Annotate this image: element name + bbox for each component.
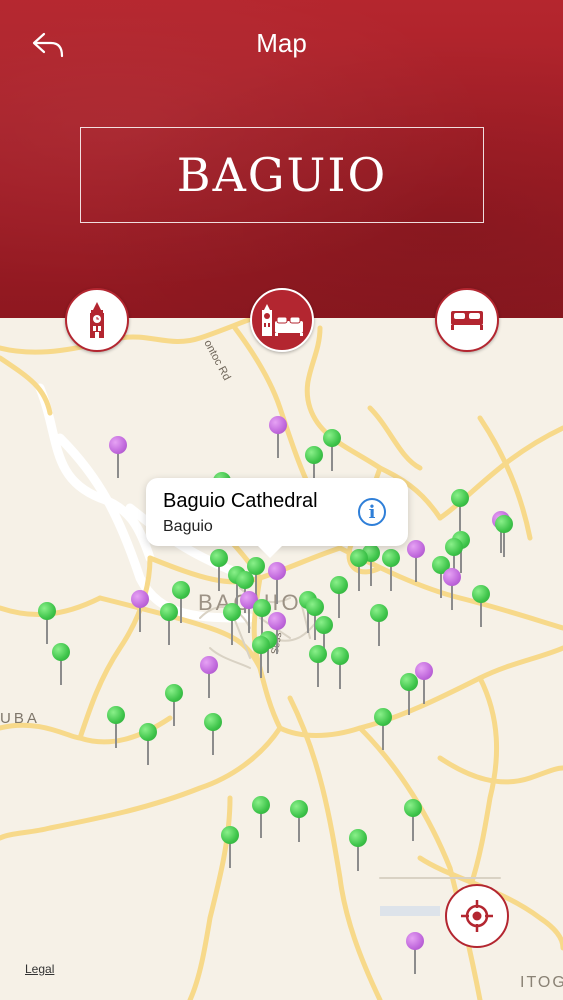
place-callout[interactable]: Baguio Cathedral Baguio i: [146, 478, 408, 558]
map-pin[interactable]: [204, 713, 222, 755]
map-pin[interactable]: [200, 656, 218, 698]
clock-tower-icon: [90, 302, 104, 338]
map-pin[interactable]: [331, 647, 349, 689]
map-pin[interactable]: [38, 602, 56, 644]
map-pin[interactable]: [131, 590, 149, 632]
town-label-west: UBA: [0, 710, 40, 727]
map-pin[interactable]: [210, 549, 228, 591]
map-pin[interactable]: [160, 603, 178, 645]
bed-icon: [451, 311, 483, 330]
crosshair-icon: [461, 900, 493, 932]
attractions-filter-button[interactable]: [65, 288, 129, 352]
map-pin[interactable]: [269, 416, 287, 458]
map-pin[interactable]: [252, 636, 270, 678]
map-pin[interactable]: [451, 489, 469, 531]
info-icon[interactable]: i: [358, 498, 386, 526]
page-title: Map: [256, 28, 307, 58]
map-pin[interactable]: [139, 723, 157, 765]
map-pin[interactable]: [406, 932, 424, 974]
map-pin[interactable]: [374, 708, 392, 750]
map-pin[interactable]: [407, 540, 425, 582]
callout-title: Baguio Cathedral: [163, 490, 318, 512]
all-filter-button[interactable]: [250, 288, 314, 352]
legal-link[interactable]: Legal: [25, 962, 54, 976]
map-pin[interactable]: [404, 799, 422, 841]
map-pin[interactable]: [107, 706, 125, 748]
map-pin[interactable]: [370, 604, 388, 646]
map-pin[interactable]: [223, 603, 241, 645]
map-pin[interactable]: [443, 568, 461, 610]
map-pin[interactable]: [109, 436, 127, 478]
city-name: BAGUIO: [176, 148, 388, 202]
callout-subtitle: Baguio: [163, 518, 213, 535]
map-pin[interactable]: [309, 645, 327, 687]
map-pin[interactable]: [350, 549, 368, 591]
town-label-southeast: ITOG: [520, 974, 563, 991]
tower-and-bed-icon: [262, 304, 303, 336]
map-pin[interactable]: [495, 515, 513, 557]
map-pin[interactable]: [268, 562, 286, 604]
lodging-filter-button[interactable]: [435, 288, 499, 352]
map-pin[interactable]: [382, 549, 400, 591]
map-pin[interactable]: [52, 643, 70, 685]
map-pin[interactable]: [472, 585, 490, 627]
locate-me-button[interactable]: [445, 884, 509, 948]
map-pin[interactable]: [165, 684, 183, 726]
map-pin[interactable]: [400, 673, 418, 715]
header-banner: Map BAGUIO: [0, 0, 563, 320]
map-pin[interactable]: [221, 826, 239, 868]
city-title-box: BAGUIO: [80, 127, 484, 223]
map-pin[interactable]: [252, 796, 270, 838]
map-pin[interactable]: [330, 576, 348, 618]
map-pin[interactable]: [290, 800, 308, 842]
map-pin[interactable]: [349, 829, 367, 871]
map-pin[interactable]: [323, 429, 341, 471]
